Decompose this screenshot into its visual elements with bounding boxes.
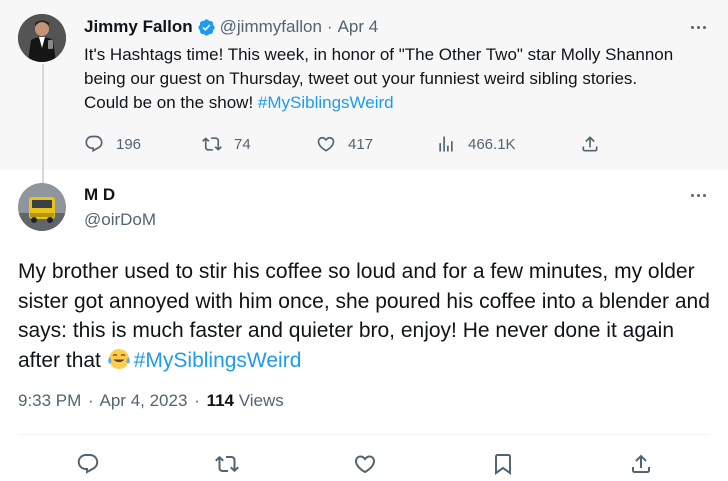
reply-button[interactable] — [72, 448, 104, 480]
parent-retweet-count: 74 — [234, 135, 251, 153]
reply-views-count: 114 — [206, 391, 234, 410]
heart-icon — [354, 455, 376, 474]
parent-views-button[interactable]: 466.1K — [436, 130, 516, 158]
bookmark-button[interactable] — [487, 448, 519, 480]
parent-retweet-button[interactable]: 74 — [202, 130, 251, 158]
parent-like-count: 417 — [348, 135, 374, 153]
retweet-icon — [202, 137, 222, 151]
action-divider — [18, 434, 710, 435]
parent-tweet-text: It's Hashtags time! This week, in honor … — [84, 43, 684, 115]
parent-share-button[interactable] — [580, 130, 600, 158]
parent-date[interactable]: Apr 4 — [338, 17, 379, 37]
parent-more-options-icon[interactable] — [686, 18, 710, 36]
share-button[interactable] — [625, 448, 657, 480]
parent-action-bar: 196 74 417 466.1K — [80, 130, 620, 158]
reply-hashtag-link[interactable]: #MySiblingsWeird — [134, 349, 302, 372]
reply-views-label: Views — [238, 391, 284, 410]
share-icon — [582, 136, 598, 152]
reply-action-bar — [0, 448, 728, 480]
reply-display-name[interactable]: M D — [84, 185, 115, 205]
separator-dot: · — [88, 391, 94, 410]
thread-connector-line — [42, 64, 44, 186]
reply-more-options-icon[interactable] — [686, 186, 710, 204]
separator-dot: · — [326, 17, 333, 36]
parent-like-button[interactable]: 417 — [316, 130, 373, 158]
reply-date[interactable]: Apr 4, 2023 — [100, 391, 188, 410]
reply-icon — [77, 454, 99, 474]
share-icon — [632, 454, 650, 473]
parent-handle[interactable]: @jimmyfallon — [220, 17, 322, 37]
reply-handle[interactable]: @oirDoM — [84, 210, 156, 230]
retweet-icon — [215, 455, 239, 473]
md-avatar[interactable] — [18, 183, 66, 231]
parent-display-name[interactable]: Jimmy Fallon — [84, 17, 193, 37]
jimmy-fallon-avatar[interactable] — [18, 14, 66, 62]
parent-hashtag-link[interactable]: #MySiblingsWeird — [258, 93, 394, 112]
face-with-tears-of-joy-icon — [107, 347, 131, 380]
parent-reply-count: 196 — [116, 135, 142, 153]
analytics-bars-icon — [439, 136, 453, 152]
reply-timestamp-line: 9:33 PM · Apr 4, 2023 · 114 Views — [18, 391, 284, 411]
verified-badge-icon[interactable] — [197, 18, 216, 37]
like-button[interactable] — [349, 448, 381, 480]
bookmark-icon — [495, 454, 511, 475]
parent-reply-button[interactable]: 196 — [84, 130, 141, 158]
parent-views-count: 466.1K — [468, 135, 516, 153]
separator-dot: · — [194, 391, 200, 410]
heart-icon — [317, 136, 335, 152]
parent-tweet-header: Jimmy Fallon @jimmyfallon · Apr 4 — [84, 16, 378, 38]
reply-tweet-text: My brother used to stir his coffee so lo… — [18, 257, 718, 379]
retweet-button[interactable] — [211, 448, 243, 480]
reply-icon — [85, 135, 103, 153]
reply-time[interactable]: 9:33 PM — [18, 391, 81, 410]
